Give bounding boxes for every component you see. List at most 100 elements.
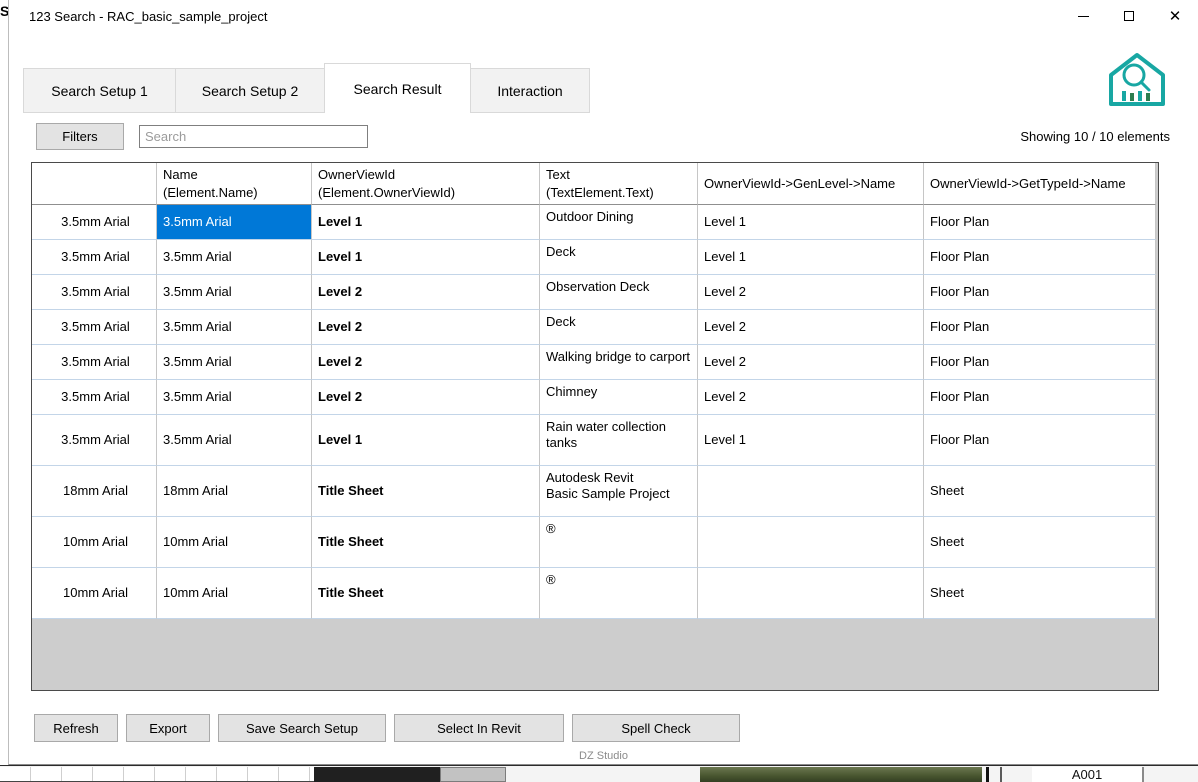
save-search-setup-button[interactable]: Save Search Setup (218, 714, 386, 742)
cell-name[interactable]: 3.5mm Arial (157, 380, 312, 416)
cell-name[interactable]: 3.5mm Arial (157, 310, 312, 346)
cell-owner_view[interactable]: Level 2 (312, 310, 540, 346)
cell-gen_level[interactable] (698, 517, 924, 569)
cell-gen_level[interactable] (698, 568, 924, 620)
cell-gen_level[interactable]: Level 1 (698, 240, 924, 276)
refresh-button[interactable]: Refresh (34, 714, 118, 742)
filters-button[interactable]: Filters (36, 123, 124, 150)
cell-text[interactable]: Rain water collection tanks (540, 415, 698, 467)
cell-row_header[interactable]: 3.5mm Arial (32, 275, 157, 311)
cell-type_name[interactable]: Sheet (924, 466, 1156, 518)
cell-gen_level[interactable] (698, 466, 924, 518)
cell-gen_level[interactable]: Level 1 (698, 205, 924, 241)
cell-name[interactable]: 3.5mm Arial (157, 275, 312, 311)
cell-row_header[interactable]: 10mm Arial (32, 517, 157, 569)
cell-row_header[interactable]: 3.5mm Arial (32, 345, 157, 381)
cell-owner_view[interactable]: Level 1 (312, 415, 540, 467)
cell-type_name[interactable]: Floor Plan (924, 310, 1156, 346)
column-header-genlevel-name[interactable]: OwnerViewId->GenLevel->Name (698, 163, 924, 206)
cell-text[interactable]: Observation Deck (540, 275, 698, 311)
cell-owner_view[interactable]: Title Sheet (312, 517, 540, 569)
cell-gen_level[interactable]: Level 2 (698, 345, 924, 381)
cell-name[interactable]: 3.5mm Arial (157, 205, 312, 241)
cell-type_name[interactable]: Floor Plan (924, 345, 1156, 381)
background-text-fragment: S (0, 3, 8, 19)
column-header-line: OwnerViewId (318, 167, 396, 182)
cell-owner_view[interactable]: Title Sheet (312, 568, 540, 620)
tab-search-setup-1[interactable]: Search Setup 1 (23, 68, 176, 113)
search-input[interactable] (139, 125, 368, 148)
cell-name[interactable]: 3.5mm Arial (157, 415, 312, 467)
column-header-line: Name (163, 167, 198, 182)
cell-type_name[interactable]: Sheet (924, 568, 1156, 620)
column-header-ownerviewid[interactable]: OwnerViewId (Element.OwnerViewId) (312, 163, 540, 206)
cell-text[interactable]: Deck (540, 240, 698, 276)
cell-owner_view[interactable]: Level 1 (312, 205, 540, 241)
cell-name[interactable]: 10mm Arial (157, 568, 312, 620)
cell-row_header[interactable]: 3.5mm Arial (32, 240, 157, 276)
cell-owner_view[interactable]: Title Sheet (312, 466, 540, 518)
maximize-button[interactable] (1106, 0, 1152, 32)
column-header-line: (Element.Name) (163, 184, 258, 200)
cell-text[interactable]: Autodesk Revit Basic Sample Project (540, 466, 698, 518)
cell-type_name[interactable]: Floor Plan (924, 240, 1156, 276)
column-header-gettypeid-name[interactable]: OwnerViewId->GetTypeId->Name (924, 163, 1156, 206)
close-button[interactable]: ✕ (1152, 0, 1198, 32)
column-header-name[interactable]: Name (Element.Name) (157, 163, 312, 206)
cell-row_header[interactable]: 3.5mm Arial (32, 380, 157, 416)
select-in-revit-button[interactable]: Select In Revit (394, 714, 564, 742)
cell-gen_level[interactable]: Level 2 (698, 380, 924, 416)
cell-row_header[interactable]: 3.5mm Arial (32, 415, 157, 467)
tab-interaction[interactable]: Interaction (470, 68, 590, 113)
screen: S A001 123 Search - RAC_basic_sample_pro… (0, 0, 1198, 782)
cell-text[interactable]: ® (540, 517, 698, 569)
table-row: 18mm Arial 18mm Arial Title Sheet Autodesk … (32, 466, 1158, 518)
cell-type_name[interactable]: Floor Plan (924, 205, 1156, 241)
background-divider (1000, 767, 1002, 782)
close-icon: ✕ (1168, 7, 1182, 25)
column-header-line: (Element.OwnerViewId) (318, 184, 456, 200)
spell-check-button[interactable]: Spell Check (572, 714, 740, 742)
cell-name[interactable]: 3.5mm Arial (157, 240, 312, 276)
cell-text[interactable]: Walking bridge to carport (540, 345, 698, 381)
minimize-button[interactable] (1060, 0, 1106, 32)
background-divider (986, 767, 989, 782)
cell-owner_view[interactable]: Level 1 (312, 240, 540, 276)
column-header-line: Text (546, 167, 570, 182)
results-table-body: 3.5mm Arial 3.5mm Arial Level 1 Outdoor Din… (32, 205, 1158, 620)
tab-search-result[interactable]: Search Result (324, 63, 471, 113)
cell-name[interactable]: 10mm Arial (157, 517, 312, 569)
cell-gen_level[interactable]: Level 1 (698, 415, 924, 467)
cell-owner_view[interactable]: Level 2 (312, 345, 540, 381)
cell-owner_view[interactable]: Level 2 (312, 275, 540, 311)
cell-name[interactable]: 3.5mm Arial (157, 345, 312, 381)
cell-name[interactable]: 18mm Arial (157, 466, 312, 518)
cell-gen_level[interactable]: Level 2 (698, 275, 924, 311)
background-gray-fragment (440, 767, 506, 782)
cell-row_header[interactable]: 10mm Arial (32, 568, 157, 620)
window-title: 123 Search - RAC_basic_sample_project (29, 8, 268, 24)
tab-search-setup-2[interactable]: Search Setup 2 (175, 68, 325, 113)
background-dark-fragment (314, 767, 440, 782)
minimize-icon (1077, 15, 1089, 17)
column-header-line: (TextElement.Text) (546, 184, 654, 200)
cell-gen_level[interactable]: Level 2 (698, 310, 924, 346)
cell-row_header[interactable]: 3.5mm Arial (32, 205, 157, 241)
cell-text[interactable]: ® (540, 568, 698, 620)
house-search-logo-icon (1109, 53, 1165, 106)
cell-text[interactable]: Deck (540, 310, 698, 346)
cell-type_name[interactable]: Sheet (924, 517, 1156, 569)
cell-type_name[interactable]: Floor Plan (924, 275, 1156, 311)
column-header-line: OwnerViewId->GenLevel->Name (704, 175, 896, 191)
cell-type_name[interactable]: Floor Plan (924, 415, 1156, 467)
cell-type_name[interactable]: Floor Plan (924, 380, 1156, 416)
cell-row_header[interactable]: 18mm Arial (32, 466, 157, 518)
background-left-strip: S (0, 0, 8, 765)
cell-text[interactable]: Chimney (540, 380, 698, 416)
column-header-text[interactable]: Text (TextElement.Text) (540, 163, 698, 206)
cell-row_header[interactable]: 3.5mm Arial (32, 310, 157, 346)
column-header-rowheader[interactable] (32, 163, 157, 206)
export-button[interactable]: Export (126, 714, 210, 742)
cell-owner_view[interactable]: Level 2 (312, 380, 540, 416)
cell-text[interactable]: Outdoor Dining (540, 205, 698, 241)
